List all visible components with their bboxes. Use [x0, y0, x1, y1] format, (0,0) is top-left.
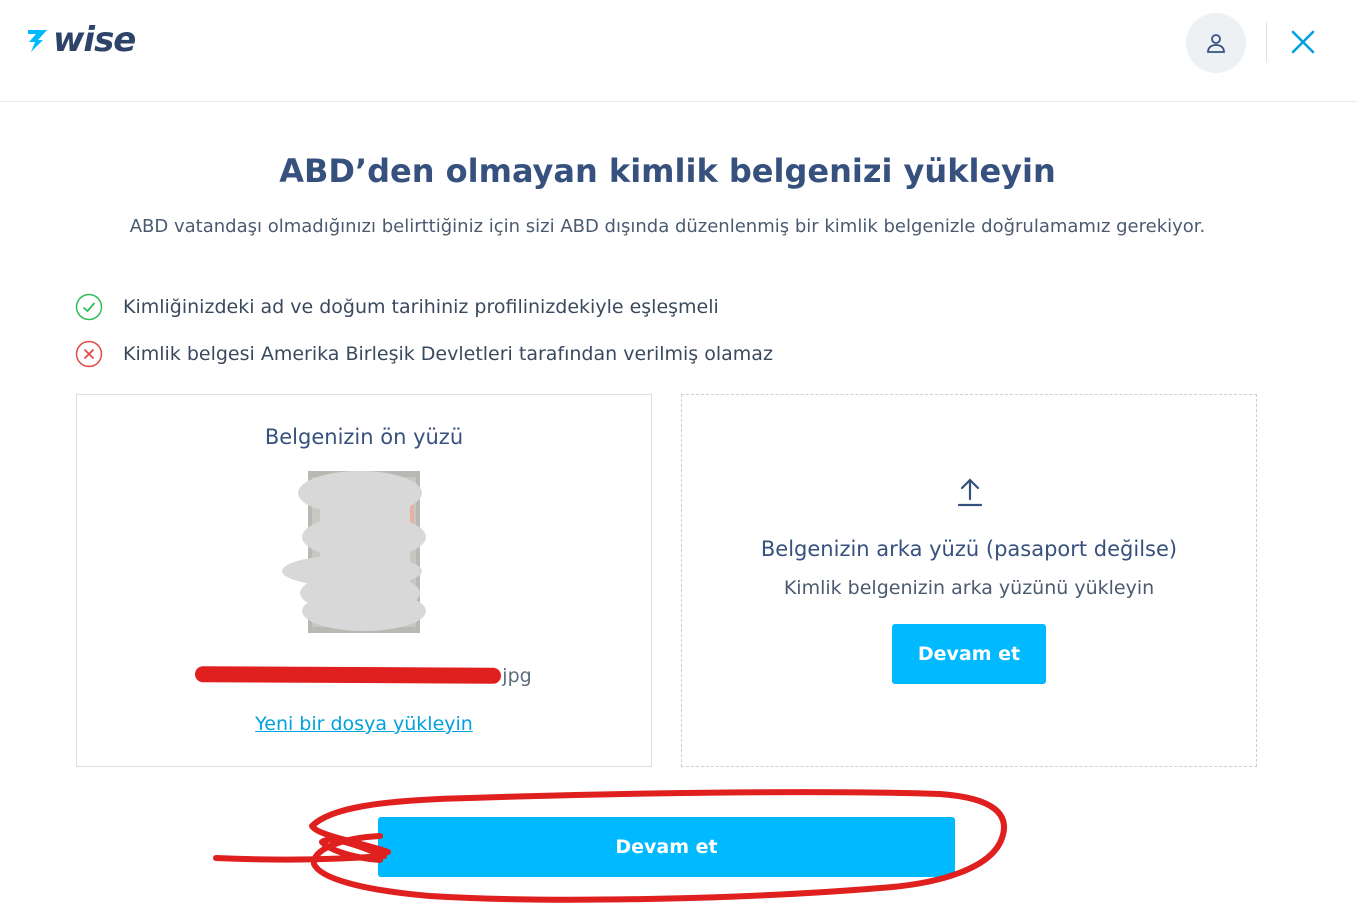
- redaction-mark: [194, 666, 502, 684]
- requirement-text: Kimlik belgesi Amerika Birleşik Devletle…: [123, 343, 773, 365]
- annotation-arrow: [213, 853, 387, 863]
- user-icon: [1207, 34, 1225, 53]
- close-icon: [1291, 30, 1315, 54]
- back-card-description: Kimlik belgenizin arka yüzünü yükleyin: [783, 577, 1155, 599]
- uploaded-document-thumbnail: [282, 471, 426, 633]
- annotation-arrow-head: [319, 836, 387, 863]
- requirement-name-dob: Kimliğinizdeki ad ve doğum tarihiniz pro…: [75, 292, 719, 322]
- profile-button[interactable]: [1186, 13, 1246, 73]
- wise-logo[interactable]: wise: [25, 20, 136, 60]
- logo-wordmark: wise: [53, 20, 136, 60]
- wise-flag-icon: [28, 30, 47, 52]
- requirement-not-us: Kimlik belgesi Amerika Birleşik Devletle…: [75, 339, 773, 369]
- upload-icon: [957, 478, 983, 507]
- back-side-card[interactable]: Belgenizin arka yüzü (pasaport değilse) …: [681, 394, 1257, 767]
- page-title: ABD’den olmayan kimlik belgenizi yükleyi…: [279, 152, 1056, 190]
- back-card-title: Belgenizin arka yüzü (pasaport değilse): [760, 537, 1178, 561]
- x-circle-icon: [75, 340, 103, 368]
- front-side-card: Belgenizin ön yüzü jpg Yeni bir dosya yü…: [76, 394, 652, 767]
- check-circle-icon: [75, 293, 103, 321]
- front-card-title: Belgenizin ön yüzü: [264, 425, 464, 449]
- top-bar: wise: [0, 0, 1357, 102]
- upload-new-file-link[interactable]: Yeni bir dosya yükleyin: [77, 713, 651, 735]
- continue-button[interactable]: Devam et: [378, 817, 955, 877]
- page-subtitle: ABD vatandaşı olmadığınızı belirttiğiniz…: [129, 216, 1206, 237]
- back-upload-continue-button[interactable]: Devam et: [892, 624, 1046, 684]
- requirement-text: Kimliğinizdeki ad ve doğum tarihiniz pro…: [123, 296, 719, 318]
- header-divider: [1266, 22, 1267, 62]
- close-button[interactable]: [1285, 24, 1321, 60]
